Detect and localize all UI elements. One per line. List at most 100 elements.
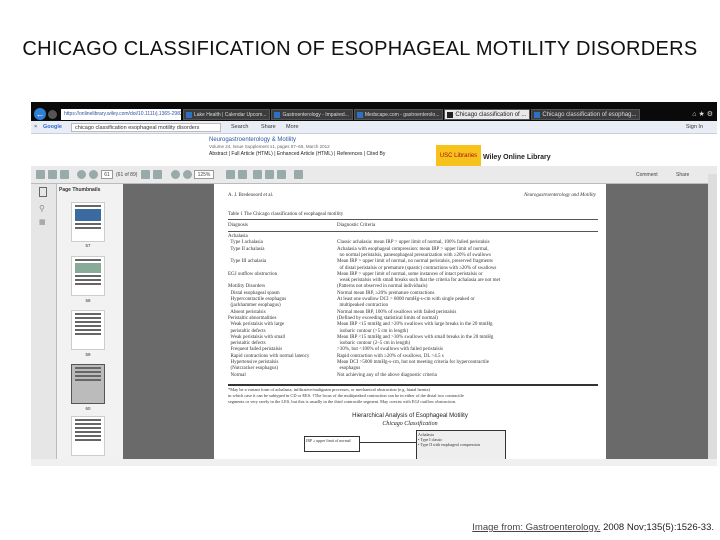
criteria-cell: Mean IRP <15 mmHg and >20% swallows with…: [337, 322, 493, 328]
tab-label: Gastroenterology - Impaired...: [282, 112, 349, 118]
table-title: Table 1 The Chicago classification of es…: [228, 212, 344, 217]
share-pdf-button[interactable]: Share: [676, 172, 689, 178]
criteria-cell: >30%, but <100% of swallows with failed …: [337, 347, 443, 353]
page-count: (61 of 89): [116, 172, 138, 178]
page-thumbnail[interactable]: [71, 310, 105, 350]
diagnosis-cell: (jackhammer esophagus): [228, 303, 281, 309]
col-header: Diagnostic Criteria: [337, 223, 376, 228]
zoom-select[interactable]: 125%: [194, 170, 214, 179]
criteria-cell: Not achieving any of the above diagnosti…: [337, 372, 437, 378]
browser-tab[interactable]: Chicago classification of esophag...: [531, 109, 641, 120]
pdf-toolbar: 61 (61 of 89) 125% Comment Share: [31, 166, 717, 184]
thumbnail-number: 59: [85, 352, 91, 357]
citation: 2008 Nov;135(5):1526-33.: [600, 522, 714, 533]
google-search-input[interactable]: chicago classification esophageal motili…: [71, 123, 221, 132]
browser-tab-active[interactable]: Chicago classification of ...: [444, 109, 531, 120]
criteria-cell: At least one swallow DCI > 8000 mmHg-s-c…: [337, 297, 475, 302]
criteria-cell: of distal peristalsis or premature (spas…: [337, 265, 497, 271]
share-button[interactable]: Share: [261, 121, 276, 134]
print-icon[interactable]: [48, 170, 57, 179]
diagnosis-cell: EGJ outflow obstruction: [228, 271, 278, 277]
criteria-cell: Normal mean IRP, ≥20% premature contract…: [337, 290, 435, 296]
tab-label: Chicago classification of ...: [455, 112, 527, 118]
page-thumbnail-current[interactable]: [71, 364, 105, 404]
criteria-cell: Rapid contraction with ≥20% of swallows,…: [337, 353, 444, 359]
forward-icon[interactable]: [48, 110, 57, 119]
criteria-cell: (Defined by exceeding statistical limits…: [337, 315, 438, 321]
address-bar[interactable]: https://onlinelibrary.wiley.com/doi/10.1…: [61, 109, 181, 120]
attachment-icon[interactable]: ⚲: [39, 204, 45, 213]
search-button[interactable]: Search: [231, 121, 248, 134]
criteria-cell: no normal peristalsis, panesophageal pre…: [337, 252, 491, 258]
vertical-scrollbar[interactable]: [708, 174, 717, 466]
sign-in-link[interactable]: Sign In: [686, 121, 703, 134]
browser-tab[interactable]: Medscape.com - gastroenterolo...: [353, 109, 444, 120]
diagnosis-cell: peristaltic defects: [228, 341, 266, 347]
criteria-cell: Classic achalasia: mean IRP > upper limi…: [337, 240, 490, 246]
diagnosis-cell: Hypertensive peristalsis: [228, 360, 279, 365]
flow-box: IRP ≥ upper limit of normal: [304, 436, 360, 452]
close-icon[interactable]: ×: [34, 121, 37, 134]
hand-tool-icon[interactable]: [153, 170, 162, 179]
diagnosis-cell: Type III achalasia: [228, 259, 267, 265]
criteria-cell: Mean IRP > upper limit of normal, no nor…: [337, 259, 493, 265]
browser-tab[interactable]: Lake Health | Calendar Upcom...: [183, 109, 271, 120]
highlight-icon[interactable]: [277, 170, 286, 179]
criteria-cell: esophagus: [337, 366, 361, 372]
fit-width-icon[interactable]: [226, 170, 235, 179]
tab-label: Lake Health | Calendar Upcom...: [194, 112, 267, 118]
running-journal: Neurogastroenterology and Motility: [524, 193, 596, 198]
pdf-nav-pane: ⚲ ▦: [31, 184, 57, 466]
save-icon[interactable]: [36, 170, 45, 179]
page-number-input[interactable]: 61: [101, 170, 113, 179]
next-page-icon[interactable]: [89, 170, 98, 179]
browser-tab[interactable]: Gastroenterology - Impaired...: [271, 109, 353, 120]
home-star-gear-icons[interactable]: ⌂★⚙: [692, 110, 715, 118]
article-links[interactable]: Abstract | Full Article (HTML) | Enhance…: [209, 151, 385, 157]
wiley-header: Neurogastroenterology & Motility Volume …: [31, 134, 717, 166]
col-header: Diagnosis: [228, 223, 248, 228]
diagnosis-cell: (Nutcracker esophagus): [228, 366, 279, 372]
footnote: in which case it can be subtyped in CD o…: [228, 393, 464, 398]
footnote: *May be a variant form of achalasia, inf…: [228, 387, 430, 392]
source-link[interactable]: Image from: Gastroenterology.: [472, 522, 600, 533]
sign-icon[interactable]: [253, 170, 262, 179]
criteria-cell: weak peristalsis with small breaks such …: [337, 278, 501, 284]
criteria-cell: isobaric contour (>5 cm in length): [337, 328, 409, 334]
page-thumbnail[interactable]: [71, 256, 105, 296]
thumbnail-number: 58: [85, 298, 91, 303]
thumbnails-title: Page Thumbnails: [59, 187, 101, 193]
back-icon[interactable]: ←: [34, 108, 46, 120]
zoom-in-icon[interactable]: [183, 170, 192, 179]
more-button[interactable]: More: [286, 121, 299, 134]
volume-line: Volume 24, Issue Supplement s1, pages 57…: [209, 144, 330, 149]
page-thumbnail[interactable]: [71, 416, 105, 456]
criteria-cell: Normal mean IRP, 100% of swallows with f…: [337, 309, 457, 315]
email-icon[interactable]: [60, 170, 69, 179]
diagnosis-cell: Weak peristalsis with large: [228, 322, 285, 328]
thumbnail-number: 57: [85, 243, 91, 248]
zoom-out-icon[interactable]: [171, 170, 180, 179]
page-thumbnail[interactable]: [71, 202, 105, 242]
criteria-cell: Mean IRP > upper limit of normal, some i…: [337, 271, 483, 277]
browser-tab-bar: ← https://onlinelibrary.wiley.com/doi/10…: [31, 102, 717, 121]
slide-title: CHICAGO CLASSIFICATION OF ESOPHAGEAL MOT…: [22, 38, 698, 60]
fit-page-icon[interactable]: [238, 170, 247, 179]
criteria-cell: (Patterns not observed in normal individ…: [337, 284, 428, 290]
diagnosis-cell: Motility Disorders: [228, 284, 266, 290]
diagnosis-cell: Type II achalasia: [228, 246, 265, 252]
page-thumbnails-icon[interactable]: [39, 187, 47, 197]
layers-icon[interactable]: ▦: [39, 218, 46, 226]
comment-button[interactable]: Comment: [636, 172, 658, 178]
achalasia-box: Achalasia • Type I classic • Type II wit…: [416, 430, 506, 460]
diagnosis-cell: Weak peristalsis with small: [228, 334, 286, 340]
journal-name[interactable]: Neurogastroenterology & Motility: [209, 137, 296, 143]
attach-icon[interactable]: [265, 170, 274, 179]
select-tool-icon[interactable]: [141, 170, 150, 179]
prev-page-icon[interactable]: [77, 170, 86, 179]
diagnosis-cell: Achalasia: [228, 234, 248, 239]
fullscreen-icon[interactable]: [294, 170, 303, 179]
usc-libraries-logo[interactable]: USC Libraries: [436, 145, 481, 167]
criteria-cell: multipeaked contraction: [337, 303, 388, 309]
status-strip: [31, 459, 717, 466]
